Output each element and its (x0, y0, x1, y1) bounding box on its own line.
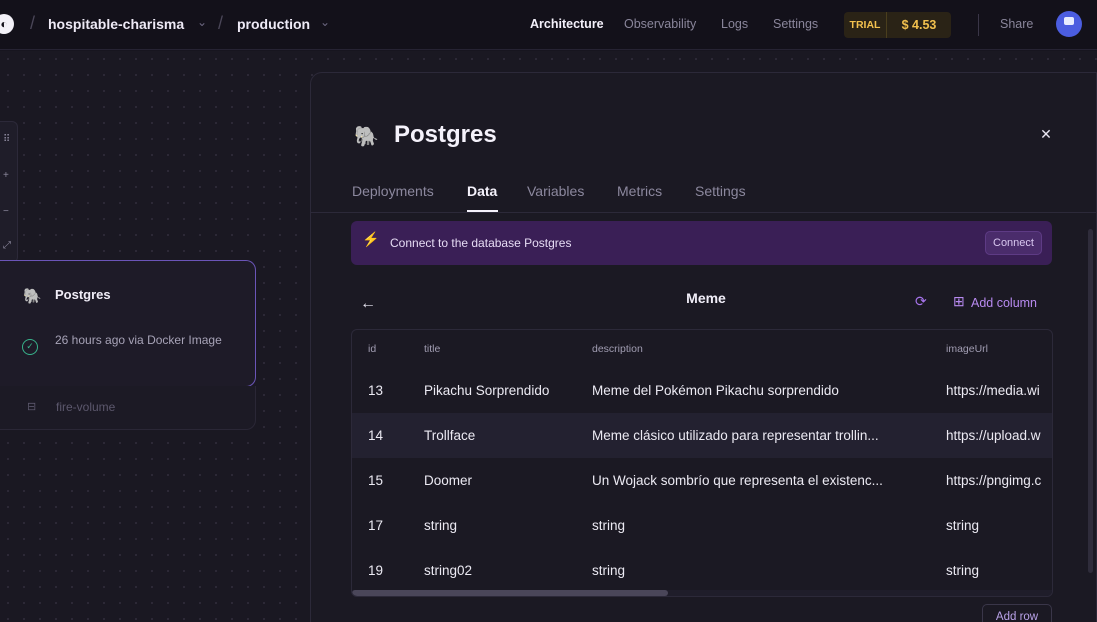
project-name[interactable]: hospitable-charisma (48, 16, 184, 32)
cell-title[interactable]: string02 (424, 548, 579, 593)
credit-balance[interactable]: $ 4.53 (886, 12, 951, 38)
tab-deployments[interactable]: Deployments (352, 183, 434, 199)
cell-id[interactable]: 19 (368, 548, 408, 593)
cell-imageurl[interactable]: https://media.wi (946, 368, 1052, 413)
deploy-success-icon: ✓ (22, 339, 38, 355)
share-button[interactable]: Share (1000, 17, 1033, 31)
cell-imageurl[interactable]: https://upload.w (946, 413, 1052, 458)
data-table: id title description imageUrl 13 Pikachu… (351, 329, 1053, 597)
close-icon[interactable]: ✕ (1038, 126, 1054, 142)
user-avatar[interactable] (1056, 11, 1082, 37)
table-row[interactable]: 17 string string string (352, 503, 1052, 548)
cell-id[interactable]: 13 (368, 368, 408, 413)
scrollbar-thumb[interactable] (352, 590, 668, 596)
table-name: Meme (686, 290, 726, 306)
breadcrumb-separator: / (218, 13, 224, 33)
tab-data[interactable]: Data (467, 183, 497, 199)
cell-description[interactable]: Un Wojack sombrío que representa el exis… (592, 458, 937, 503)
zoom-in-icon[interactable]: + (3, 170, 9, 181)
connect-button[interactable]: Connect (985, 231, 1042, 255)
cell-title[interactable]: Doomer (424, 458, 579, 503)
add-column-button[interactable]: Add column (971, 296, 1037, 310)
plug-icon: ⚡ (362, 231, 380, 247)
refresh-icon[interactable]: ⟳ (915, 293, 927, 310)
cell-description[interactable]: string (592, 548, 937, 593)
table-row[interactable]: 15 Doomer Un Wojack sombrío que represen… (352, 458, 1052, 503)
cell-description[interactable]: string (592, 503, 937, 548)
connect-banner-text: Connect to the database Postgres (390, 236, 572, 250)
service-card-postgres[interactable]: 🐘 Postgres ✓ 26 hours ago via Docker Ima… (0, 260, 256, 387)
table-row[interactable]: 19 string02 string string (352, 548, 1052, 593)
canvas-toolbar: ⠿ + − ⤢ (0, 121, 18, 263)
tab-divider (311, 212, 1097, 213)
cell-imageurl[interactable]: https://pngimg.c (946, 458, 1052, 503)
postgres-elephant-icon: 🐘 (354, 126, 379, 148)
tab-settings[interactable]: Settings (695, 183, 746, 199)
add-column-icon[interactable]: ⊞ (953, 293, 965, 310)
cell-description[interactable]: Meme del Pokémon Pikachu sorprendido (592, 368, 937, 413)
cell-title[interactable]: Pikachu Sorprendido (424, 368, 579, 413)
environment-name[interactable]: production (237, 16, 310, 32)
railway-logo-icon[interactable]: ◐ (0, 14, 14, 34)
chevron-down-icon[interactable]: ⌄ (197, 15, 207, 29)
cell-id[interactable]: 17 (368, 503, 408, 548)
cell-title[interactable]: Trollface (424, 413, 579, 458)
tab-variables[interactable]: Variables (527, 183, 584, 199)
breadcrumb-separator: / (30, 13, 36, 33)
back-arrow-icon[interactable]: ← (360, 295, 376, 313)
column-header-imageurl[interactable]: imageUrl (946, 330, 1052, 368)
column-header-title[interactable]: title (424, 330, 579, 368)
divider (978, 14, 979, 36)
add-row-button[interactable]: Add row (982, 604, 1052, 622)
postgres-elephant-icon: 🐘 (23, 288, 42, 305)
nav-logs[interactable]: Logs (721, 17, 748, 31)
column-header-description[interactable]: description (592, 330, 937, 368)
grid-icon[interactable]: ⠿ (3, 134, 10, 145)
column-header-id[interactable]: id (368, 330, 408, 368)
cell-imageurl[interactable]: string (946, 548, 1052, 593)
fit-view-icon[interactable]: ⤢ (3, 240, 11, 251)
nav-architecture[interactable]: Architecture (530, 17, 604, 31)
tab-metrics[interactable]: Metrics (617, 183, 662, 199)
service-name: Postgres (55, 287, 111, 302)
chevron-down-icon[interactable]: ⌄ (320, 15, 330, 29)
table-row[interactable]: 14 Trollface Meme clásico utilizado para… (352, 413, 1052, 458)
trial-badge[interactable]: TRIAL (844, 12, 886, 38)
cell-id[interactable]: 15 (368, 458, 408, 503)
zoom-out-icon[interactable]: − (3, 206, 9, 217)
cell-description[interactable]: Meme clásico utilizado para representar … (592, 413, 937, 458)
cell-imageurl[interactable]: string (946, 503, 1052, 548)
deploy-status: 26 hours ago via Docker Image (55, 333, 222, 347)
volume-card[interactable]: ⊟ fire-volume (0, 386, 256, 430)
cell-title[interactable]: string (424, 503, 579, 548)
volume-label: fire-volume (56, 400, 116, 414)
table-header-row: id title description imageUrl (352, 330, 1052, 368)
cell-id[interactable]: 14 (368, 413, 408, 458)
panel-scrollbar[interactable] (1088, 229, 1093, 573)
nav-observability[interactable]: Observability (624, 17, 696, 31)
panel-title: Postgres (394, 121, 497, 148)
top-bar: ◐ / hospitable-charisma ⌄ / production ⌄… (0, 0, 1097, 50)
hard-drive-icon: ⊟ (27, 401, 37, 413)
table-row[interactable]: 13 Pikachu Sorprendido Meme del Pokémon … (352, 368, 1052, 413)
nav-settings[interactable]: Settings (773, 17, 818, 31)
